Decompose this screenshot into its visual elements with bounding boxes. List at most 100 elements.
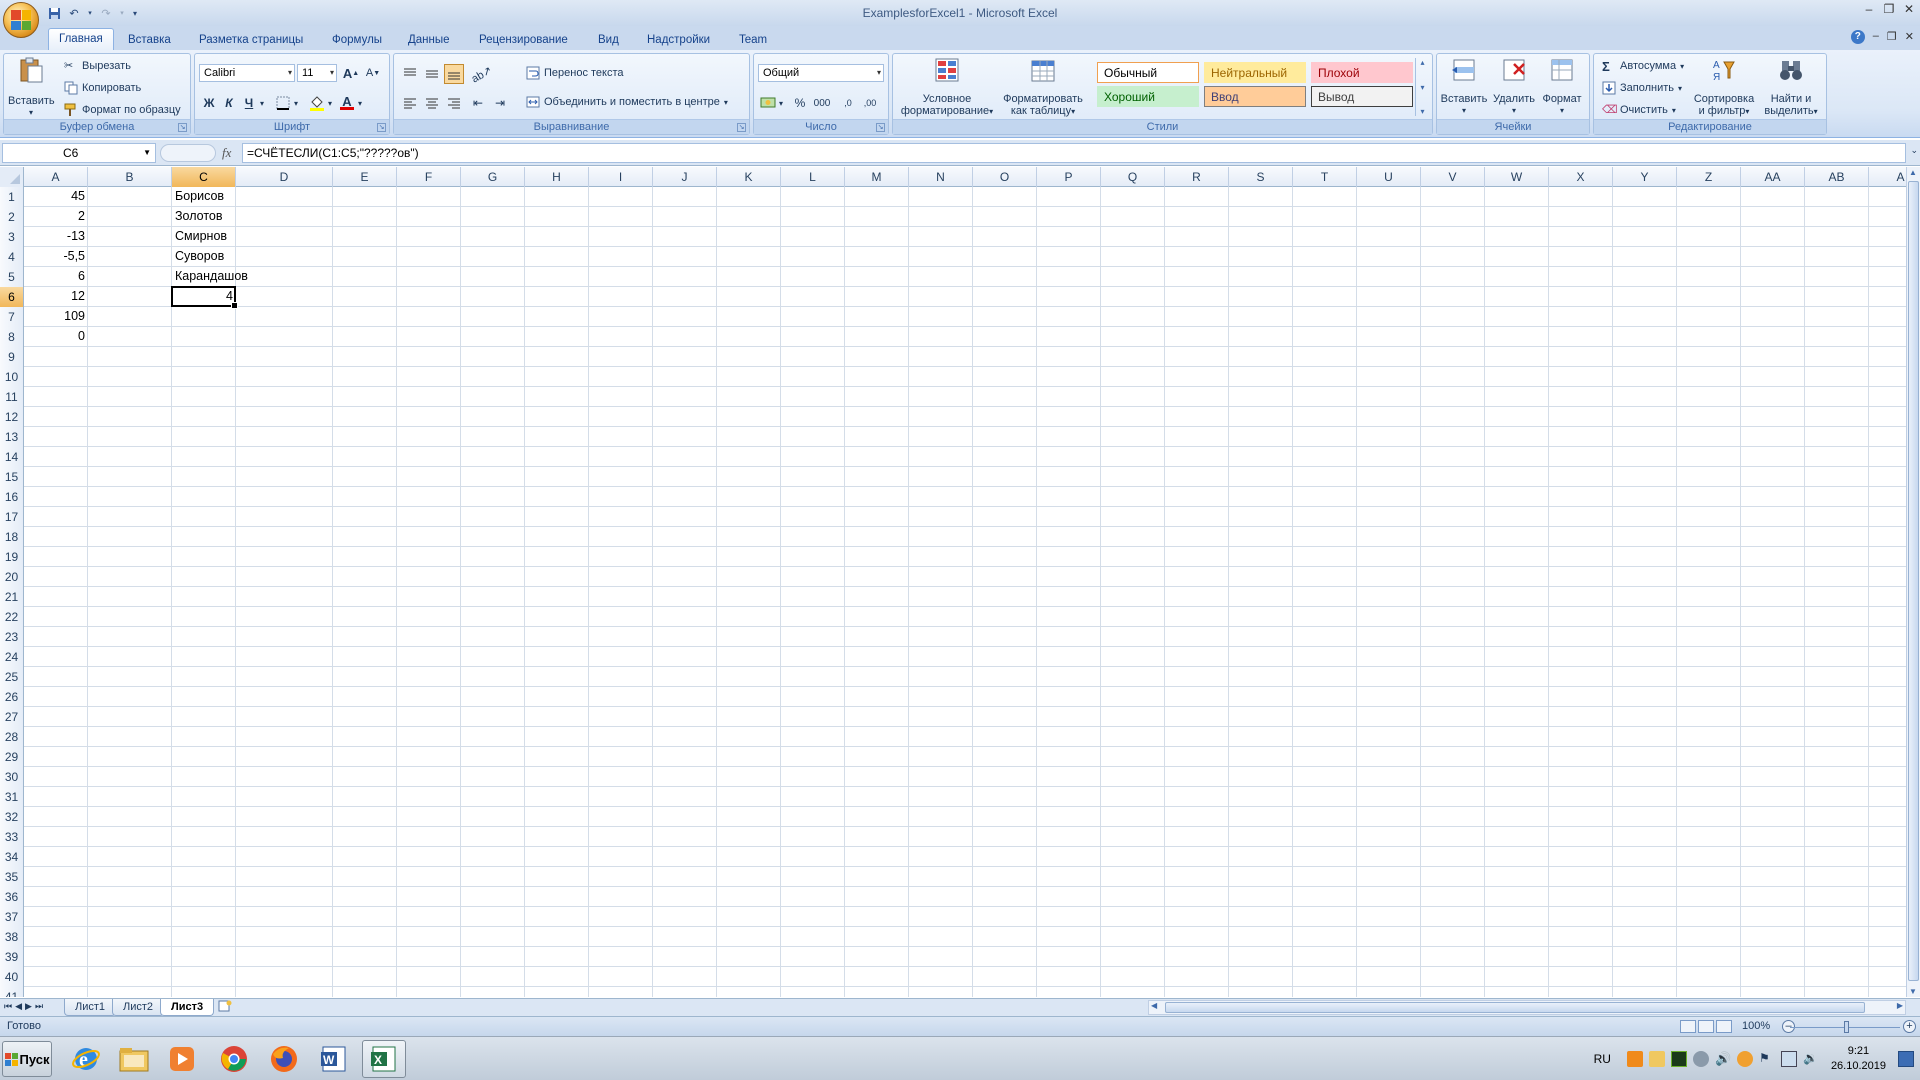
help-icon[interactable]: ?	[1850, 30, 1865, 44]
clock[interactable]: 9:21 26.10.2019	[1831, 1044, 1886, 1074]
tray-folder-icon[interactable]	[1648, 1051, 1665, 1067]
shrink-font-button[interactable]: A ▼	[363, 63, 383, 83]
font-color-button[interactable]: A	[337, 93, 357, 113]
number-format-combo[interactable]: Общий ▾	[758, 64, 884, 82]
decrease-decimal-button[interactable]: ,00	[860, 93, 880, 113]
align-center-button[interactable]	[422, 93, 442, 113]
cell-a3[interactable]: -13	[24, 227, 88, 246]
font-name-combo[interactable]: Calibri ▾	[199, 64, 295, 82]
column-header[interactable]: M	[845, 167, 909, 187]
cell-style-option[interactable]: Нейтральный	[1204, 62, 1306, 83]
row-header[interactable]: 39	[0, 947, 24, 967]
taskbar-excel[interactable]: X	[362, 1040, 406, 1078]
insert-sheet-icon[interactable]	[214, 1000, 236, 1015]
row-header[interactable]: 11	[0, 387, 24, 407]
cell-style-option[interactable]: Вывод	[1311, 86, 1413, 107]
bold-button[interactable]: Ж	[199, 93, 219, 113]
taskbar-media-player[interactable]	[160, 1040, 204, 1078]
grow-font-button[interactable]: A ▲	[341, 63, 361, 83]
vertical-scrollbar[interactable]: ▲ ▼	[1906, 167, 1920, 997]
scroll-down-icon[interactable]: ▼	[1909, 987, 1917, 996]
tab-formulas[interactable]: Формулы	[322, 30, 392, 50]
row-header[interactable]: 41	[0, 987, 24, 997]
paste-button[interactable]: Вставить ▾	[8, 56, 55, 119]
column-header[interactable]: T	[1293, 167, 1357, 187]
row-header[interactable]: 1	[0, 187, 24, 207]
find-select-button[interactable]: Найти и выделить▾	[1758, 56, 1824, 118]
thousands-button[interactable]: 000	[812, 93, 832, 113]
column-header[interactable]: V	[1421, 167, 1485, 187]
normal-view-icon[interactable]	[1680, 1020, 1696, 1033]
align-bottom-button[interactable]	[444, 64, 464, 84]
scroll-right-icon[interactable]: ▶	[1897, 1001, 1903, 1010]
close-icon[interactable]: ✕	[1902, 2, 1916, 16]
font-launcher-icon[interactable]: ↘	[377, 123, 386, 132]
column-header[interactable]: Q	[1101, 167, 1165, 187]
copy-button[interactable]: Копировать	[64, 81, 141, 95]
borders-button[interactable]	[273, 93, 293, 113]
volume-icon[interactable]: 🔊	[1715, 1051, 1731, 1067]
column-header[interactable]: L	[781, 167, 845, 187]
fill-color-button[interactable]	[307, 93, 327, 113]
column-header[interactable]: A	[1869, 167, 1906, 187]
row-header[interactable]: 14	[0, 447, 24, 467]
row-header[interactable]: 29	[0, 747, 24, 767]
column-header[interactable]: A	[24, 167, 88, 187]
row-header[interactable]: 3	[0, 227, 24, 247]
restore-icon[interactable]: ❐	[1882, 2, 1896, 16]
next-sheet-icon[interactable]: ▶	[25, 1001, 32, 1012]
chevron-down-icon[interactable]: ▼	[143, 148, 151, 157]
row-header[interactable]: 33	[0, 827, 24, 847]
row-header[interactable]: 25	[0, 667, 24, 687]
cell-style-option[interactable]: Плохой	[1311, 62, 1413, 83]
sheet-tab-3[interactable]: Лист3	[160, 999, 215, 1016]
align-left-button[interactable]	[400, 93, 420, 113]
last-sheet-icon[interactable]: ⏭	[35, 1001, 43, 1012]
scroll-left-icon[interactable]: ◀	[1151, 1001, 1157, 1010]
merge-center-button[interactable]: Объединить и поместить в центре ▾	[526, 95, 728, 109]
align-top-button[interactable]	[400, 64, 420, 84]
row-header[interactable]: 32	[0, 807, 24, 827]
tab-page-layout[interactable]: Разметка страницы	[189, 30, 313, 50]
doc-restore-icon[interactable]: ❐	[1887, 30, 1897, 44]
action-center-flag-icon[interactable]: ⚑	[1759, 1051, 1775, 1067]
tray-nvidia-icon[interactable]	[1670, 1051, 1687, 1067]
taskbar-ie[interactable]: e	[64, 1040, 108, 1078]
format-painter-button[interactable]: Формат по образцу	[64, 103, 181, 117]
insert-cells-button[interactable]: Вставить ▾	[1439, 56, 1489, 117]
horizontal-scroll-thumb[interactable]	[1165, 1002, 1865, 1013]
row-header[interactable]: 38	[0, 927, 24, 947]
row-header[interactable]: 16	[0, 487, 24, 507]
orientation-button[interactable]: ab↗	[470, 64, 495, 85]
row-header[interactable]: 21	[0, 587, 24, 607]
cell-c3[interactable]: Смирнов	[172, 227, 296, 246]
cell-style-option[interactable]: Хороший	[1097, 86, 1199, 107]
column-header[interactable]: X	[1549, 167, 1613, 187]
row-header[interactable]: 2	[0, 207, 24, 227]
tab-home[interactable]: Главная	[48, 28, 114, 50]
cell-a8[interactable]: 0	[24, 327, 88, 346]
cell-c1[interactable]: Борисов	[172, 187, 296, 206]
column-header[interactable]: N	[909, 167, 973, 187]
formula-input[interactable]: =СЧЁТЕСЛИ(C1:C5;"?????ов")	[242, 143, 1906, 163]
sheet-tab-2[interactable]: Лист2	[112, 999, 165, 1016]
page-layout-view-icon[interactable]	[1698, 1020, 1714, 1033]
currency-button[interactable]	[758, 93, 778, 113]
percent-button[interactable]: %	[790, 93, 810, 113]
column-header[interactable]: C	[172, 167, 236, 187]
cell-a1[interactable]: 45	[24, 187, 88, 206]
row-header[interactable]: 19	[0, 547, 24, 567]
sort-filter-button[interactable]: AЯ Сортировка и фильтр▾	[1690, 56, 1758, 118]
clear-button[interactable]: ⌫ Очистить ▾	[1602, 103, 1676, 117]
taskbar-word[interactable]: W	[312, 1040, 356, 1078]
font-size-combo[interactable]: 11 ▾	[297, 64, 337, 82]
row-header[interactable]: 37	[0, 907, 24, 927]
tray-app-orange-icon[interactable]	[1626, 1051, 1643, 1067]
column-header[interactable]: W	[1485, 167, 1549, 187]
fill-color-dropdown-icon[interactable]: ▾	[325, 93, 335, 113]
cell-a6[interactable]: 12	[24, 287, 88, 306]
row-header[interactable]: 15	[0, 467, 24, 487]
align-right-button[interactable]	[444, 93, 464, 113]
increase-decimal-button[interactable]: ,0	[838, 93, 858, 113]
expand-formula-bar-icon[interactable]: ⌄	[1910, 145, 1918, 156]
